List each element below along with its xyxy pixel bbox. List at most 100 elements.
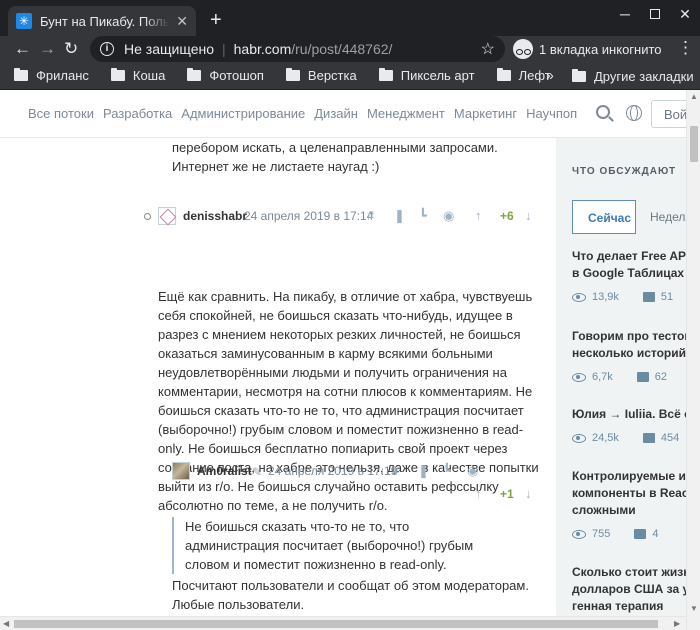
comments-count: 51 (660, 291, 674, 303)
vote-up-icon[interactable]: ↑ (475, 486, 482, 501)
previous-comment-text: перебором искать, а целенаправленными за… (172, 140, 498, 174)
vote-down-icon[interactable]: ↓ (525, 208, 532, 223)
bookmark-folder[interactable]: Фриланс (14, 68, 89, 83)
scroll-up-arrow-icon[interactable]: ▲ (690, 92, 698, 101)
discussed-post[interactable]: Сколько стоит жизнь долларов США за уко … (572, 564, 686, 615)
post-title-line[interactable]: долларов США за уко (572, 581, 686, 598)
browser-menu-icon[interactable]: ⋮ (677, 38, 694, 58)
globe-icon[interactable] (626, 105, 642, 121)
incognito-icon (513, 39, 533, 59)
other-bookmarks-label: Другие закладки (594, 68, 694, 84)
close-tab-icon[interactable]: ✕ (176, 13, 188, 30)
browser-tab[interactable]: ✳ Бунт на Пикабу. Пользователи ✕ (8, 6, 196, 36)
post-title-line[interactable]: Говорим про тестовы (572, 328, 686, 345)
vertical-scroll-thumb[interactable] (690, 126, 698, 162)
bookmark-folder[interactable]: Коша (110, 68, 166, 83)
close-window-icon[interactable]: ✕ (670, 6, 700, 23)
bookmark-star-icon[interactable]: ☆ (481, 39, 495, 59)
minimize-icon[interactable]: ─ (610, 6, 640, 23)
tab-week[interactable]: Неделя (636, 200, 686, 234)
nav-link-design[interactable]: Дизайн (314, 106, 358, 121)
tab-strip: ✳ Бунт на Пикабу. Пользователи ✕ + ─ ✕ (0, 0, 700, 36)
nav-link-development[interactable]: Разработка (103, 106, 172, 121)
address-bar[interactable]: i Не защищено | habr.com /ru/post/448762… (90, 36, 505, 62)
post-title-line[interactable]: компоненты в React н (572, 485, 686, 502)
parent-comment-icon[interactable]: ┗ (419, 208, 427, 224)
bookmark-label: Пиксель арт (400, 68, 475, 83)
collapse-icon[interactable]: ◉ (443, 208, 454, 224)
hash-link-icon[interactable]: # (392, 463, 399, 478)
discussed-post[interactable]: Юлия → Iuliia. Всё о т 24,5k 454 (572, 406, 686, 444)
vertical-scrollbar[interactable]: ▲ ▼ (686, 90, 700, 630)
folder-icon (572, 68, 586, 82)
tab-now[interactable]: Сейчас (572, 200, 636, 234)
comment-vote-row: ↑ +1 ↓ (0, 485, 556, 507)
horizontal-scrollbar[interactable]: ◀ ▶ (0, 616, 686, 630)
bookmark-folder[interactable]: Верстка (285, 68, 357, 83)
comments-section: перебором искать, а целенаправленными за… (0, 138, 556, 630)
comment-date[interactable]: 24 апреля 2019 в 17:14 (244, 209, 373, 223)
post-title-line[interactable]: Юлия → Iuliia. Всё о т (572, 406, 686, 423)
comments-count: 62 (654, 371, 668, 383)
discussed-sidebar: ЧТО ОБСУЖДАЮТ Сейчас Неделя Что делает F… (556, 138, 686, 630)
post-title-line[interactable]: сложными (572, 502, 686, 519)
post-title-line[interactable]: несколько историй и (572, 345, 686, 362)
discussed-post[interactable]: Контролируемые и не компоненты в React н… (572, 468, 686, 540)
search-icon[interactable] (596, 105, 610, 119)
bookmark-folder[interactable]: Фотошоп (187, 68, 264, 83)
nav-link-all-streams[interactable]: Все потоки (28, 106, 94, 121)
security-label: Не защищено (124, 41, 214, 57)
back-arrow-icon[interactable]: ← (14, 38, 31, 60)
post-title-line[interactable]: Что делает Free API M (572, 248, 686, 265)
avatar[interactable] (158, 207, 176, 225)
avatar[interactable] (172, 462, 190, 480)
bookmark-label: Коша (132, 68, 166, 83)
bookmark-folder[interactable]: Пиксель арт (378, 68, 475, 83)
comment-score: +6 (500, 209, 514, 223)
nav-link-administration[interactable]: Администрирование (181, 106, 305, 121)
nav-link-marketing[interactable]: Маркетинг (454, 106, 517, 121)
incognito-label: 1 вкладка инкогнито (539, 41, 662, 57)
bookmark-icon[interactable]: ❚ (418, 463, 429, 479)
post-title-line[interactable]: генная терапия (572, 598, 686, 615)
scroll-down-arrow-icon[interactable]: ▼ (690, 604, 698, 613)
post-title-line[interactable]: Сколько стоит жизнь (572, 564, 686, 581)
maximize-icon[interactable] (640, 6, 670, 23)
bookmark-label: Фотошоп (209, 68, 264, 83)
new-tab-button[interactable]: + (210, 8, 222, 32)
collapse-icon[interactable]: ◉ (467, 463, 478, 479)
parent-comment-icon[interactable]: ┗ (443, 463, 451, 479)
hash-link-icon[interactable]: # (367, 208, 374, 223)
scroll-left-arrow-icon[interactable]: ◀ (3, 619, 9, 628)
folder-icon (187, 68, 202, 81)
site-nav: Все потоки Разработка Администрирование … (0, 90, 700, 138)
nav-link-popsci[interactable]: Научпоп (526, 106, 577, 121)
post-title-line[interactable]: в Google Таблицах (572, 265, 686, 282)
bookmark-icon[interactable]: ❚ (394, 208, 405, 224)
comment-author[interactable]: Am0ralist (197, 464, 252, 478)
other-bookmarks[interactable]: Другие закладки (572, 62, 694, 90)
discussed-post[interactable]: Говорим про тестовы несколько историй и … (572, 328, 686, 383)
views-count: 13,9k (592, 291, 619, 303)
comment-text: Посчитают пользователи и сообщат об этом… (172, 578, 529, 612)
bookmark-folder[interactable]: Лефт (496, 68, 551, 83)
folder-icon (14, 68, 28, 81)
bookmarks-overflow-button[interactable]: » (546, 67, 554, 83)
scroll-right-arrow-icon[interactable]: ▶ (674, 619, 680, 628)
nav-link-management[interactable]: Менеджмент (367, 106, 445, 121)
forward-arrow-icon[interactable]: → (39, 38, 56, 60)
bookmark-label: Фриланс (36, 68, 89, 83)
post-title-line[interactable]: Контролируемые и не (572, 468, 686, 485)
address-separator: | (222, 41, 226, 57)
info-icon[interactable]: i (100, 42, 114, 56)
vote-down-icon[interactable]: ↓ (525, 486, 532, 501)
vote-up-icon[interactable]: ↑ (475, 208, 482, 223)
sidebar-tabs: Сейчас Неделя (572, 200, 686, 234)
discussed-post[interactable]: Что делает Free API M в Google Таблицах … (572, 248, 686, 303)
comments-icon (642, 433, 655, 443)
horizontal-scroll-thumb[interactable] (14, 620, 658, 628)
comment-date[interactable]: 24 апреля 2019 в 17:19 (268, 464, 397, 478)
reload-icon[interactable]: ↻ (64, 38, 78, 60)
incognito-indicator[interactable]: 1 вкладка инкогнито (513, 36, 662, 62)
comment-author[interactable]: denisshabr (183, 209, 247, 223)
